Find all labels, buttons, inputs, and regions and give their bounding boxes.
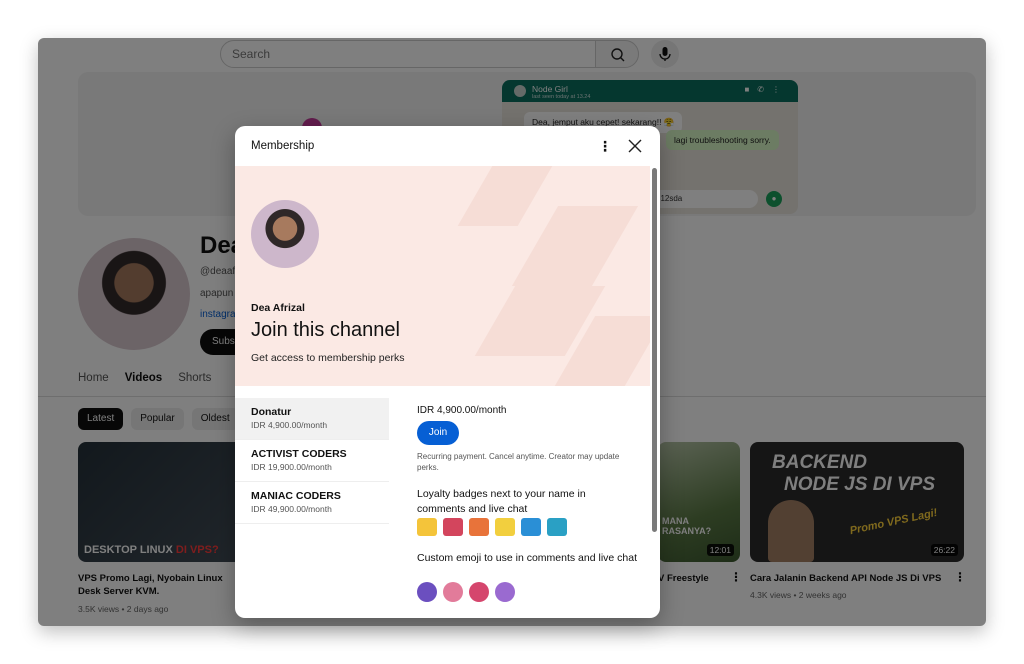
badge-icon [547, 518, 567, 536]
tier-maniac-coders[interactable]: MANIAC CODERS IDR 49,900.00/month [235, 482, 389, 524]
close-button[interactable] [626, 136, 644, 156]
creator-name: Dea Afrizal [251, 302, 305, 314]
tier-donatur[interactable]: Donatur IDR 4,900.00/month [235, 398, 389, 440]
screen: Search Node Girl last seen today at 13.2… [0, 0, 1024, 664]
emoji-icon [495, 582, 515, 602]
tier-name: Donatur [251, 406, 292, 418]
tier-name: MANIAC CODERS [251, 490, 341, 502]
badge-icon [521, 518, 541, 536]
perk-loyalty-badges: Loyalty badges next to your name in comm… [417, 488, 586, 515]
emoji-icon [469, 582, 489, 602]
membership-hero: Dea Afrizal Join this channel Get access… [235, 166, 650, 386]
more-vert-icon[interactable]: ⋮ [598, 136, 612, 156]
tier-name: ACTIVIST CODERS [251, 448, 347, 460]
badge-icon [417, 518, 437, 536]
emoji-icon [443, 582, 463, 602]
join-button[interactable]: Join [417, 421, 459, 445]
emoji-list [417, 582, 515, 602]
badge-icon [469, 518, 489, 536]
dialog-title: Membership [251, 140, 315, 152]
badge-icon [443, 518, 463, 536]
tier-price: IDR 49,900.00/month [251, 504, 332, 514]
close-icon [628, 139, 642, 153]
membership-dialog: Membership ⋮ Dea Afrizal Join this chann… [235, 126, 660, 618]
decorative-shape [457, 166, 553, 226]
join-heading: Join this channel [251, 319, 400, 341]
badge-icon [495, 518, 515, 536]
tier-price: IDR 19,900.00/month [251, 462, 332, 472]
perk-custom-emoji: Custom emoji to use in comments and live… [417, 552, 638, 564]
decorative-shape [511, 206, 639, 286]
tier-activist-coders[interactable]: ACTIVIST CODERS IDR 19,900.00/month [235, 440, 389, 482]
selected-tier-price: IDR 4,900.00/month [417, 405, 507, 416]
creator-avatar [251, 200, 319, 268]
payment-note: Recurring payment. Cancel anytime. Creat… [417, 452, 620, 472]
tier-price: IDR 4,900.00/month [251, 420, 328, 430]
join-subheading: Get access to membership perks [251, 352, 405, 364]
emoji-icon [417, 582, 437, 602]
scrollbar[interactable] [652, 168, 657, 532]
badge-list [417, 518, 567, 536]
